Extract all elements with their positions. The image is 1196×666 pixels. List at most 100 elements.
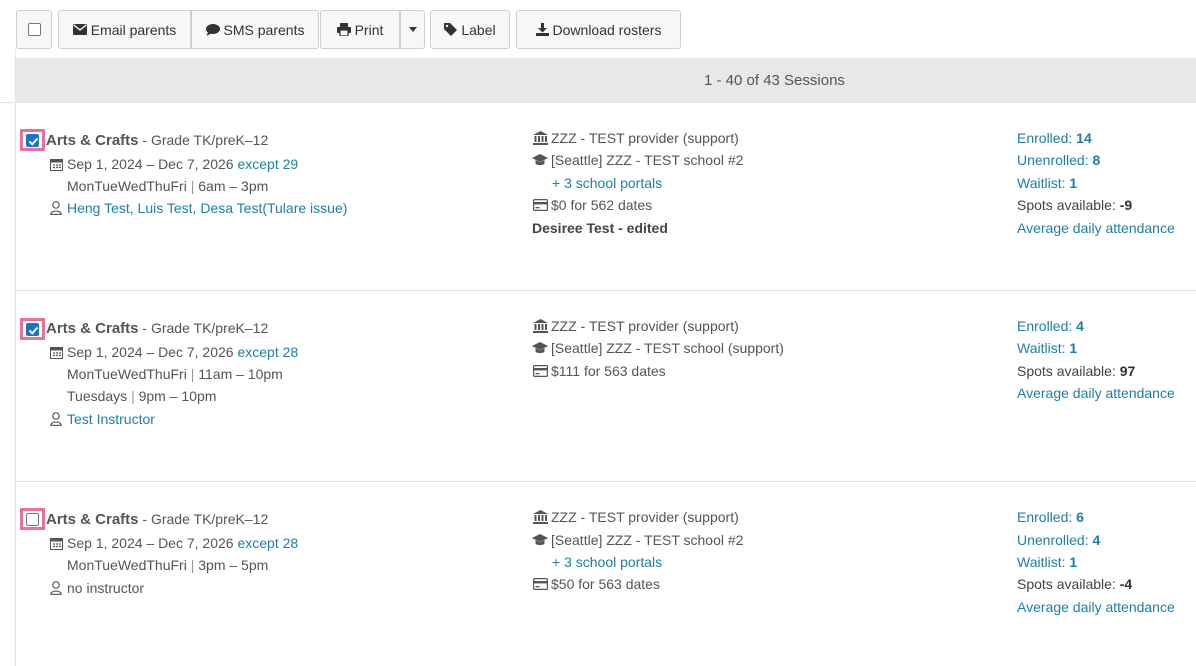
enrolled-count: 4 — [1076, 318, 1084, 334]
session-grade: - Grade TK/preK–12 — [138, 511, 269, 527]
attendance-label: Average daily attendance — [1017, 220, 1175, 236]
caret-down-icon — [408, 27, 417, 32]
session-checkbox[interactable] — [20, 318, 45, 340]
instructors-link[interactable]: Test Instructor — [67, 411, 155, 427]
sms-parents-label: SMS parents — [223, 21, 305, 38]
print-icon — [336, 23, 351, 36]
schedule-days: MonTueWedThuFri — [67, 557, 187, 573]
credit-card-icon — [532, 199, 548, 211]
unenrolled-link[interactable]: Unenrolled: 4 — [1017, 532, 1100, 548]
note-text: Desiree Test - edited — [532, 220, 668, 236]
schedule-time: 9pm – 10pm — [138, 388, 217, 404]
print-dropdown-toggle[interactable] — [400, 10, 425, 49]
school-name: [Seattle] ZZZ - TEST school (support) — [551, 340, 784, 356]
session-schedule: MonTueWedThuFri | 11am – 10pm — [67, 366, 283, 382]
select-all-box[interactable] — [27, 23, 41, 36]
provider-name: ZZZ - TEST provider (support) — [551, 318, 739, 334]
session-row: Arts & Crafts - Grade TK/preK–12 Sep 1, … — [16, 103, 1196, 290]
waitlist-link[interactable]: Waitlist: 1 — [1017, 340, 1077, 356]
session-checkbox[interactable] — [20, 508, 45, 530]
session-checkbox-box[interactable] — [26, 133, 39, 147]
session-checkbox[interactable] — [20, 129, 45, 151]
except-dates-link[interactable]: except 29 — [237, 156, 298, 172]
waitlist-link[interactable]: Waitlist: 1 — [1017, 554, 1077, 570]
enrolled-link[interactable]: Enrolled: 14 — [1017, 130, 1092, 146]
credit-card-icon — [532, 365, 548, 377]
session-dates: Sep 1, 2024 – Dec 7, 2026 except 28 — [48, 344, 298, 360]
session-name: Arts & Crafts — [46, 511, 139, 528]
download-icon — [535, 23, 549, 36]
label-label: Label — [461, 21, 496, 38]
price: $0 for 562 dates — [532, 197, 652, 213]
email-parents-button[interactable]: Email parents — [58, 10, 191, 49]
waitlist-label: Waitlist: — [1017, 554, 1066, 570]
session-checkbox-box[interactable] — [26, 322, 39, 336]
spots-count: -4 — [1119, 576, 1133, 592]
schedule-time: 6am – 3pm — [198, 178, 269, 194]
except-dates-link[interactable]: except 28 — [237, 344, 298, 360]
waitlist-label: Waitlist: — [1017, 340, 1066, 356]
session-dates: Sep 1, 2024 – Dec 7, 2026 except 29 — [48, 156, 298, 172]
user-icon — [48, 412, 64, 426]
graduation-cap-icon — [532, 154, 548, 166]
session-instructors: Test Instructor — [48, 411, 155, 427]
waitlist-count: 1 — [1069, 175, 1078, 191]
spots-label: Spots available: — [1017, 197, 1116, 213]
price: $111 for 563 dates — [532, 363, 666, 379]
session-date-range: Sep 1, 2024 – Dec 7, 2026 — [67, 535, 234, 551]
school-portals-link[interactable]: + 3 school portals — [552, 554, 662, 570]
session-checkbox-box[interactable] — [26, 512, 39, 526]
unenrolled-label: Unenrolled: — [1017, 152, 1089, 168]
print-label: Print — [354, 21, 384, 38]
credit-card-icon — [532, 578, 548, 590]
select-all-checkbox[interactable] — [16, 10, 52, 49]
print-button[interactable]: Print — [320, 10, 400, 49]
school-portals-link[interactable]: + 3 school portals — [552, 175, 662, 191]
enrolled-label: Enrolled: — [1017, 130, 1073, 146]
session-grade: - Grade TK/preK–12 — [138, 320, 269, 336]
enrolled-link[interactable]: Enrolled: 6 — [1017, 509, 1084, 525]
unenrolled-count: 8 — [1092, 152, 1101, 168]
check-icon — [28, 326, 39, 335]
spots-label: Spots available: — [1017, 363, 1116, 379]
attendance-label: Average daily attendance — [1017, 385, 1175, 401]
pagination-text: 1 - 40 of 43 Sessions — [704, 72, 845, 89]
enrolled-label: Enrolled: — [1017, 318, 1073, 334]
session-grade: - Grade TK/preK–12 — [138, 132, 269, 148]
envelope-icon — [72, 24, 87, 35]
school-name: [Seattle] ZZZ - TEST school #2 — [551, 152, 744, 168]
instructors-text: no instructor — [67, 580, 145, 596]
graduation-cap-icon — [532, 342, 548, 354]
session-schedule: MonTueWedThuFri | 6am – 3pm — [67, 178, 269, 194]
email-parents-label: Email parents — [90, 21, 177, 38]
enrolled-count: 14 — [1076, 130, 1092, 146]
unenrolled-link[interactable]: Unenrolled: 8 — [1017, 152, 1100, 168]
instructors-link[interactable]: Heng Test, Luis Test, Desa Test(Tulare i… — [67, 200, 347, 216]
schedule-days: MonTueWedThuFri — [67, 366, 187, 382]
user-icon — [48, 581, 64, 595]
provider: ZZZ - TEST provider (support) — [532, 318, 739, 334]
session-schedule: MonTueWedThuFri | 3pm – 5pm — [67, 557, 269, 573]
session-schedule: Tuesdays | 9pm – 10pm — [67, 388, 217, 404]
waitlist-link[interactable]: Waitlist: 1 — [1017, 175, 1077, 191]
label-button[interactable]: Label — [430, 10, 510, 49]
attendance-link[interactable]: Average daily attendance — [1017, 599, 1175, 615]
download-rosters-button[interactable]: Download rosters — [516, 10, 681, 49]
attendance-link[interactable]: Average daily attendance — [1017, 220, 1175, 236]
sms-parents-button[interactable]: SMS parents — [191, 10, 319, 49]
bank-icon — [532, 319, 548, 333]
attendance-label: Average daily attendance — [1017, 599, 1175, 615]
attendance-link[interactable]: Average daily attendance — [1017, 385, 1175, 401]
price-text: $50 for 563 dates — [551, 576, 660, 592]
session-name: Arts & Crafts — [46, 320, 139, 337]
enrolled-link[interactable]: Enrolled: 4 — [1017, 318, 1084, 334]
check-icon — [28, 137, 39, 146]
except-dates-link[interactable]: except 28 — [237, 535, 298, 551]
spots-label: Spots available: — [1017, 576, 1116, 592]
school-name: [Seattle] ZZZ - TEST school #2 — [551, 532, 744, 548]
spots-available: Spots available: 97 — [1017, 363, 1135, 379]
school-portals: + 3 school portals — [552, 175, 662, 191]
provider-name: ZZZ - TEST provider (support) — [551, 509, 739, 525]
spots-count: -9 — [1119, 197, 1133, 213]
session-note: Desiree Test - edited — [532, 220, 668, 236]
